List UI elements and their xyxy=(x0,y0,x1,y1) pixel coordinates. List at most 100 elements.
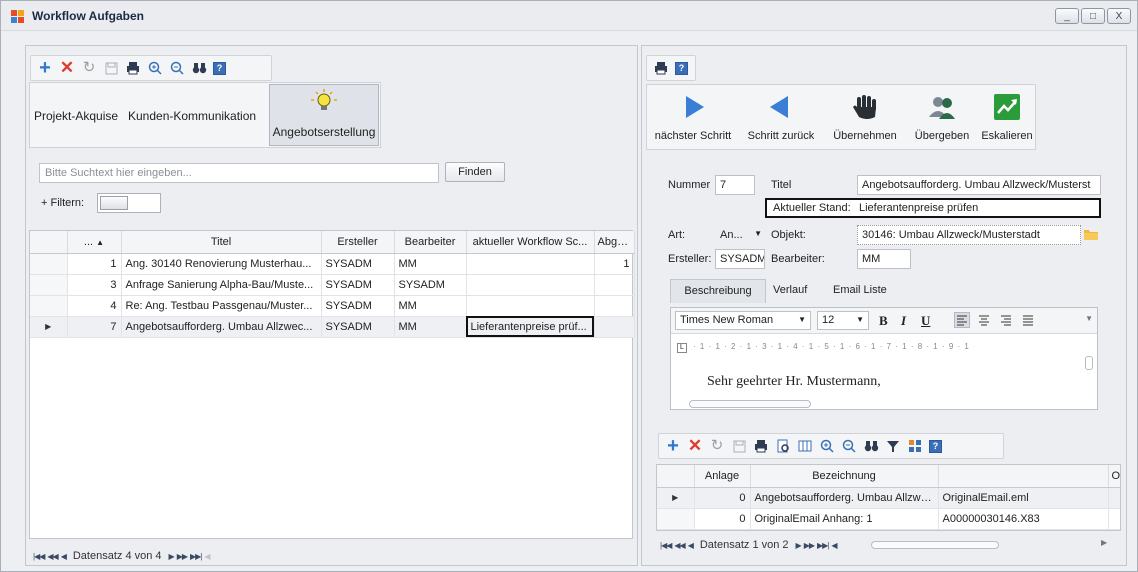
close-button[interactable]: X xyxy=(1107,8,1131,24)
table-row-selected[interactable]: ▶ 7 Angebotsaufforderg. Umbau Allzwec...… xyxy=(30,316,635,338)
zoom-in-icon[interactable] xyxy=(147,60,163,76)
help-icon[interactable]: ? xyxy=(929,439,942,453)
editor-hscroll-thumb[interactable] xyxy=(689,400,811,408)
binoculars-icon[interactable] xyxy=(191,60,207,76)
last-record-icon[interactable]: ▶▶| xyxy=(817,541,829,550)
align-center-icon[interactable] xyxy=(977,313,991,330)
maximize-button[interactable]: □ xyxy=(1081,8,1105,24)
add-icon[interactable]: + xyxy=(665,436,681,456)
objekt-field[interactable]: 30146: Umbau Allzweck/Musterstadt xyxy=(857,225,1081,245)
save-icon[interactable] xyxy=(731,438,747,454)
table-row-selected[interactable]: ▶ 0 Angebotsaufforderg. Umbau Allzweck..… xyxy=(657,487,1120,509)
filter-toggle[interactable] xyxy=(97,193,161,213)
align-justify-icon[interactable] xyxy=(1021,313,1035,330)
column-header-anlage[interactable]: Anlage xyxy=(694,465,751,488)
next-step-button[interactable]: nächster Schritt xyxy=(647,85,739,149)
editor-content[interactable]: Sehr geehrter Hr. Mustermann, xyxy=(707,374,881,390)
nummer-field[interactable]: 7 xyxy=(715,175,755,195)
tab-email-liste[interactable]: Email Liste xyxy=(833,284,887,296)
bold-icon[interactable]: B xyxy=(879,313,888,329)
save-icon[interactable] xyxy=(103,60,119,76)
search-input[interactable]: Bitte Suchtext hier eingeben... xyxy=(39,163,439,183)
attachments-hscroll-thumb[interactable] xyxy=(871,541,999,549)
print-icon[interactable] xyxy=(125,60,141,76)
print-icon[interactable] xyxy=(753,438,769,454)
align-right-icon[interactable] xyxy=(999,313,1013,330)
zoom-in-icon[interactable] xyxy=(819,438,835,454)
italic-icon[interactable]: I xyxy=(901,313,906,329)
column-header-titel[interactable]: Titel xyxy=(121,231,322,254)
column-header-number[interactable]: ... ▲ xyxy=(67,231,122,254)
row-pointer-icon: ▶ xyxy=(657,487,695,509)
column-header-original xyxy=(938,465,1109,488)
right-top-toolbar: ? xyxy=(646,55,696,81)
table-row[interactable]: 0 OriginalEmail Anhang: 1 A00000030146.X… xyxy=(657,508,1120,530)
filter-icon[interactable] xyxy=(885,438,901,454)
table-row[interactable]: 3 Anfrage Sanierung Alpha-Bau/Muste... S… xyxy=(30,274,635,296)
delete-icon[interactable]: ✕ xyxy=(59,59,75,76)
group-icon[interactable] xyxy=(907,438,923,454)
first-record-icon[interactable]: |◀◀ xyxy=(660,541,672,550)
help-icon[interactable]: ? xyxy=(675,61,688,75)
column-header-workflow[interactable]: aktueller Workflow Sc... xyxy=(466,231,595,254)
editor-vscroll-thumb[interactable] xyxy=(1085,356,1093,370)
cell-bearbeiter: MM xyxy=(394,295,467,317)
table-row[interactable]: 1 Ang. 30140 Renovierung Musterhau... SY… xyxy=(30,253,635,275)
zoom-out-icon[interactable] xyxy=(169,60,185,76)
tab-angebotserstellung[interactable]: Angebotserstellung xyxy=(269,84,379,146)
next-page-icon[interactable]: ▶▶ xyxy=(804,541,815,550)
titel-field[interactable]: Angebotsaufforderg. Umbau Allzweck/Muste… xyxy=(857,175,1101,195)
step-back-button[interactable]: Schritt zurück xyxy=(739,85,823,149)
toolbar-overflow-icon[interactable]: ▼ xyxy=(1085,314,1093,323)
tab-verlauf[interactable]: Verlauf xyxy=(773,284,807,296)
uebergeben-button[interactable]: Übergeben xyxy=(907,85,977,149)
delete-icon[interactable]: ✕ xyxy=(687,437,703,454)
binoculars-icon[interactable] xyxy=(863,438,879,454)
table-row[interactable]: 4 Re: Ang. Testbau Passgenau/Muster... S… xyxy=(30,295,635,317)
prev-page-icon[interactable]: ◀◀ xyxy=(47,552,58,561)
next-record-icon[interactable]: ▶ xyxy=(796,541,802,550)
column-header-ersteller[interactable]: Ersteller xyxy=(321,231,395,254)
scroll-left-icon[interactable]: ◀ xyxy=(204,552,210,561)
eskalieren-button[interactable]: Eskalieren xyxy=(977,85,1037,149)
folder-icon[interactable] xyxy=(1083,227,1099,241)
cell-number: 4 xyxy=(67,295,122,317)
next-page-icon[interactable]: ▶▶ xyxy=(177,552,188,561)
tab-kunden-kommunikation[interactable]: Kunden-Kommunikation xyxy=(128,109,256,123)
help-icon[interactable]: ? xyxy=(213,61,226,75)
underline-icon[interactable]: U xyxy=(921,313,930,329)
zoom-out-icon[interactable] xyxy=(841,438,857,454)
scroll-left-icon[interactable]: ◀ xyxy=(831,541,837,550)
prev-record-icon[interactable]: ◀ xyxy=(688,541,694,550)
uebernehmen-button[interactable]: Übernehmen xyxy=(823,85,907,149)
cell-workflow xyxy=(466,274,595,296)
undo-icon[interactable]: ↻ xyxy=(81,60,97,76)
undo-icon[interactable]: ↻ xyxy=(709,438,725,454)
print-icon[interactable] xyxy=(653,60,669,76)
font-family-select[interactable]: Times New Roman ▼ xyxy=(675,311,811,330)
tab-label: Angebotserstellung xyxy=(272,125,376,139)
bearbeiter-field[interactable]: MM xyxy=(857,249,911,269)
prev-record-icon[interactable]: ◀ xyxy=(61,552,67,561)
minimize-button[interactable]: _ xyxy=(1055,8,1079,24)
tab-projekt-akquise[interactable]: Projekt-Akquise xyxy=(34,109,118,123)
tab-stop-icon[interactable]: L xyxy=(677,343,687,353)
first-record-icon[interactable]: |◀◀ xyxy=(33,552,45,561)
next-record-icon[interactable]: ▶ xyxy=(169,552,175,561)
column-header-bearbeiter[interactable]: Bearbeiter xyxy=(394,231,467,254)
column-header-abgeschlossen[interactable]: Abgeschlos... xyxy=(594,231,635,254)
description-editor[interactable]: Times New Roman ▼ 12 ▼ B I U ▼ L · 1 · 1… xyxy=(670,307,1098,410)
scroll-right-icon[interactable]: ▶ xyxy=(1101,538,1107,547)
last-record-icon[interactable]: ▶▶| xyxy=(190,552,202,561)
find-button[interactable]: Finden xyxy=(445,162,505,182)
add-icon[interactable]: + xyxy=(37,58,53,78)
art-select[interactable]: An... ▼ xyxy=(715,225,765,245)
align-left-icon[interactable] xyxy=(954,312,970,328)
tab-beschreibung[interactable]: Beschreibung xyxy=(670,279,766,303)
column-header-or[interactable]: Or xyxy=(1108,465,1120,488)
prev-page-icon[interactable]: ◀◀ xyxy=(674,541,685,550)
column-header-bezeichnung[interactable]: Bezeichnung xyxy=(750,465,939,488)
column-chooser-icon[interactable] xyxy=(797,438,813,454)
print-preview-icon[interactable] xyxy=(775,438,791,454)
font-size-select[interactable]: 12 ▼ xyxy=(817,311,869,330)
